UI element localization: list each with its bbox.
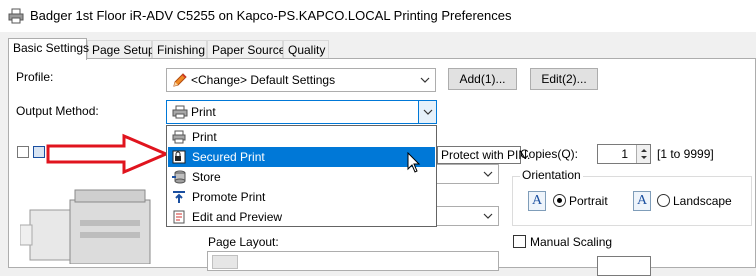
manual-scaling-checkbox[interactable] xyxy=(513,235,526,248)
printer-icon xyxy=(8,8,24,24)
scaling-spinner[interactable] xyxy=(597,256,651,276)
red-arrow-annotation xyxy=(46,133,170,175)
output-method-label: Output Method: xyxy=(16,104,99,118)
copies-spinner[interactable]: 1 xyxy=(597,144,651,164)
profile-label: Profile: xyxy=(16,70,54,84)
tab-quality[interactable]: Quality xyxy=(283,40,329,58)
tab-basic-settings[interactable]: Basic Settings xyxy=(8,38,89,60)
tab-finishing[interactable]: Finishing xyxy=(152,40,207,58)
printer-device-image xyxy=(20,189,151,264)
chevron-down-icon xyxy=(420,77,430,83)
copies-value: 1 xyxy=(621,147,628,161)
option-store[interactable]: Store xyxy=(168,167,435,187)
page-layout-thumb[interactable] xyxy=(212,255,238,269)
promote-print-icon xyxy=(173,191,185,203)
output-method-select[interactable]: Print xyxy=(166,100,437,124)
store-icon xyxy=(172,170,186,184)
copies-range: [1 to 9999] xyxy=(657,147,714,161)
chevron-down-icon xyxy=(483,213,493,219)
hidden-select-1[interactable] xyxy=(437,164,499,184)
landscape-label[interactable]: Landscape xyxy=(673,194,732,208)
portrait-radio[interactable] xyxy=(553,194,566,207)
option-promote-print[interactable]: Promote Print xyxy=(168,187,435,207)
pencil-icon xyxy=(173,73,187,87)
printer-icon xyxy=(172,105,188,119)
printer-icon xyxy=(172,130,186,144)
mouse-cursor-icon xyxy=(407,152,421,173)
page-layout-list[interactable] xyxy=(207,251,499,271)
hidden-select-2[interactable] xyxy=(437,206,499,226)
profile-value: <Change> Default Settings xyxy=(191,73,336,87)
landscape-radio[interactable] xyxy=(657,194,670,207)
tab-page-setup[interactable]: Page Setup xyxy=(87,40,155,58)
page-layout-label: Page Layout: xyxy=(208,235,279,249)
manual-scaling-label[interactable]: Manual Scaling xyxy=(530,235,612,249)
portrait-label[interactable]: Portrait xyxy=(569,194,608,208)
profile-add-button[interactable]: Add(1)... xyxy=(448,68,517,90)
tooltip: Protect with PIN. xyxy=(437,146,530,164)
chevron-down-icon xyxy=(423,109,433,115)
option-secured-print[interactable]: Secured Print xyxy=(168,147,435,167)
output-method-value: Print xyxy=(191,105,216,119)
chevron-down-icon xyxy=(483,171,493,177)
window-title: Badger 1st Floor iR-ADV C5255 on Kapco-P… xyxy=(30,8,512,23)
profile-edit-button[interactable]: Edit(2)... xyxy=(530,68,598,90)
edit-preview-icon xyxy=(173,210,185,224)
preview-page-icon[interactable] xyxy=(17,146,29,158)
secured-print-icon xyxy=(172,150,186,164)
title-bar: Badger 1st Floor iR-ADV C5255 on Kapco-P… xyxy=(0,0,756,32)
portrait-icon: A xyxy=(528,191,546,211)
output-method-dropdown: Print Secured Print Store Promote Print … xyxy=(166,125,437,227)
option-edit-and-preview[interactable]: Edit and Preview xyxy=(168,207,435,227)
landscape-icon: A xyxy=(633,191,651,211)
orientation-label: Orientation xyxy=(520,168,583,182)
tab-paper-source[interactable]: Paper Source xyxy=(207,40,285,58)
profile-select[interactable]: <Change> Default Settings xyxy=(166,68,436,92)
output-method-dropdown-button[interactable] xyxy=(418,101,436,123)
copies-up-down[interactable] xyxy=(636,145,650,163)
spin-arrows-icon xyxy=(641,149,647,159)
option-print[interactable]: Print xyxy=(168,127,435,147)
